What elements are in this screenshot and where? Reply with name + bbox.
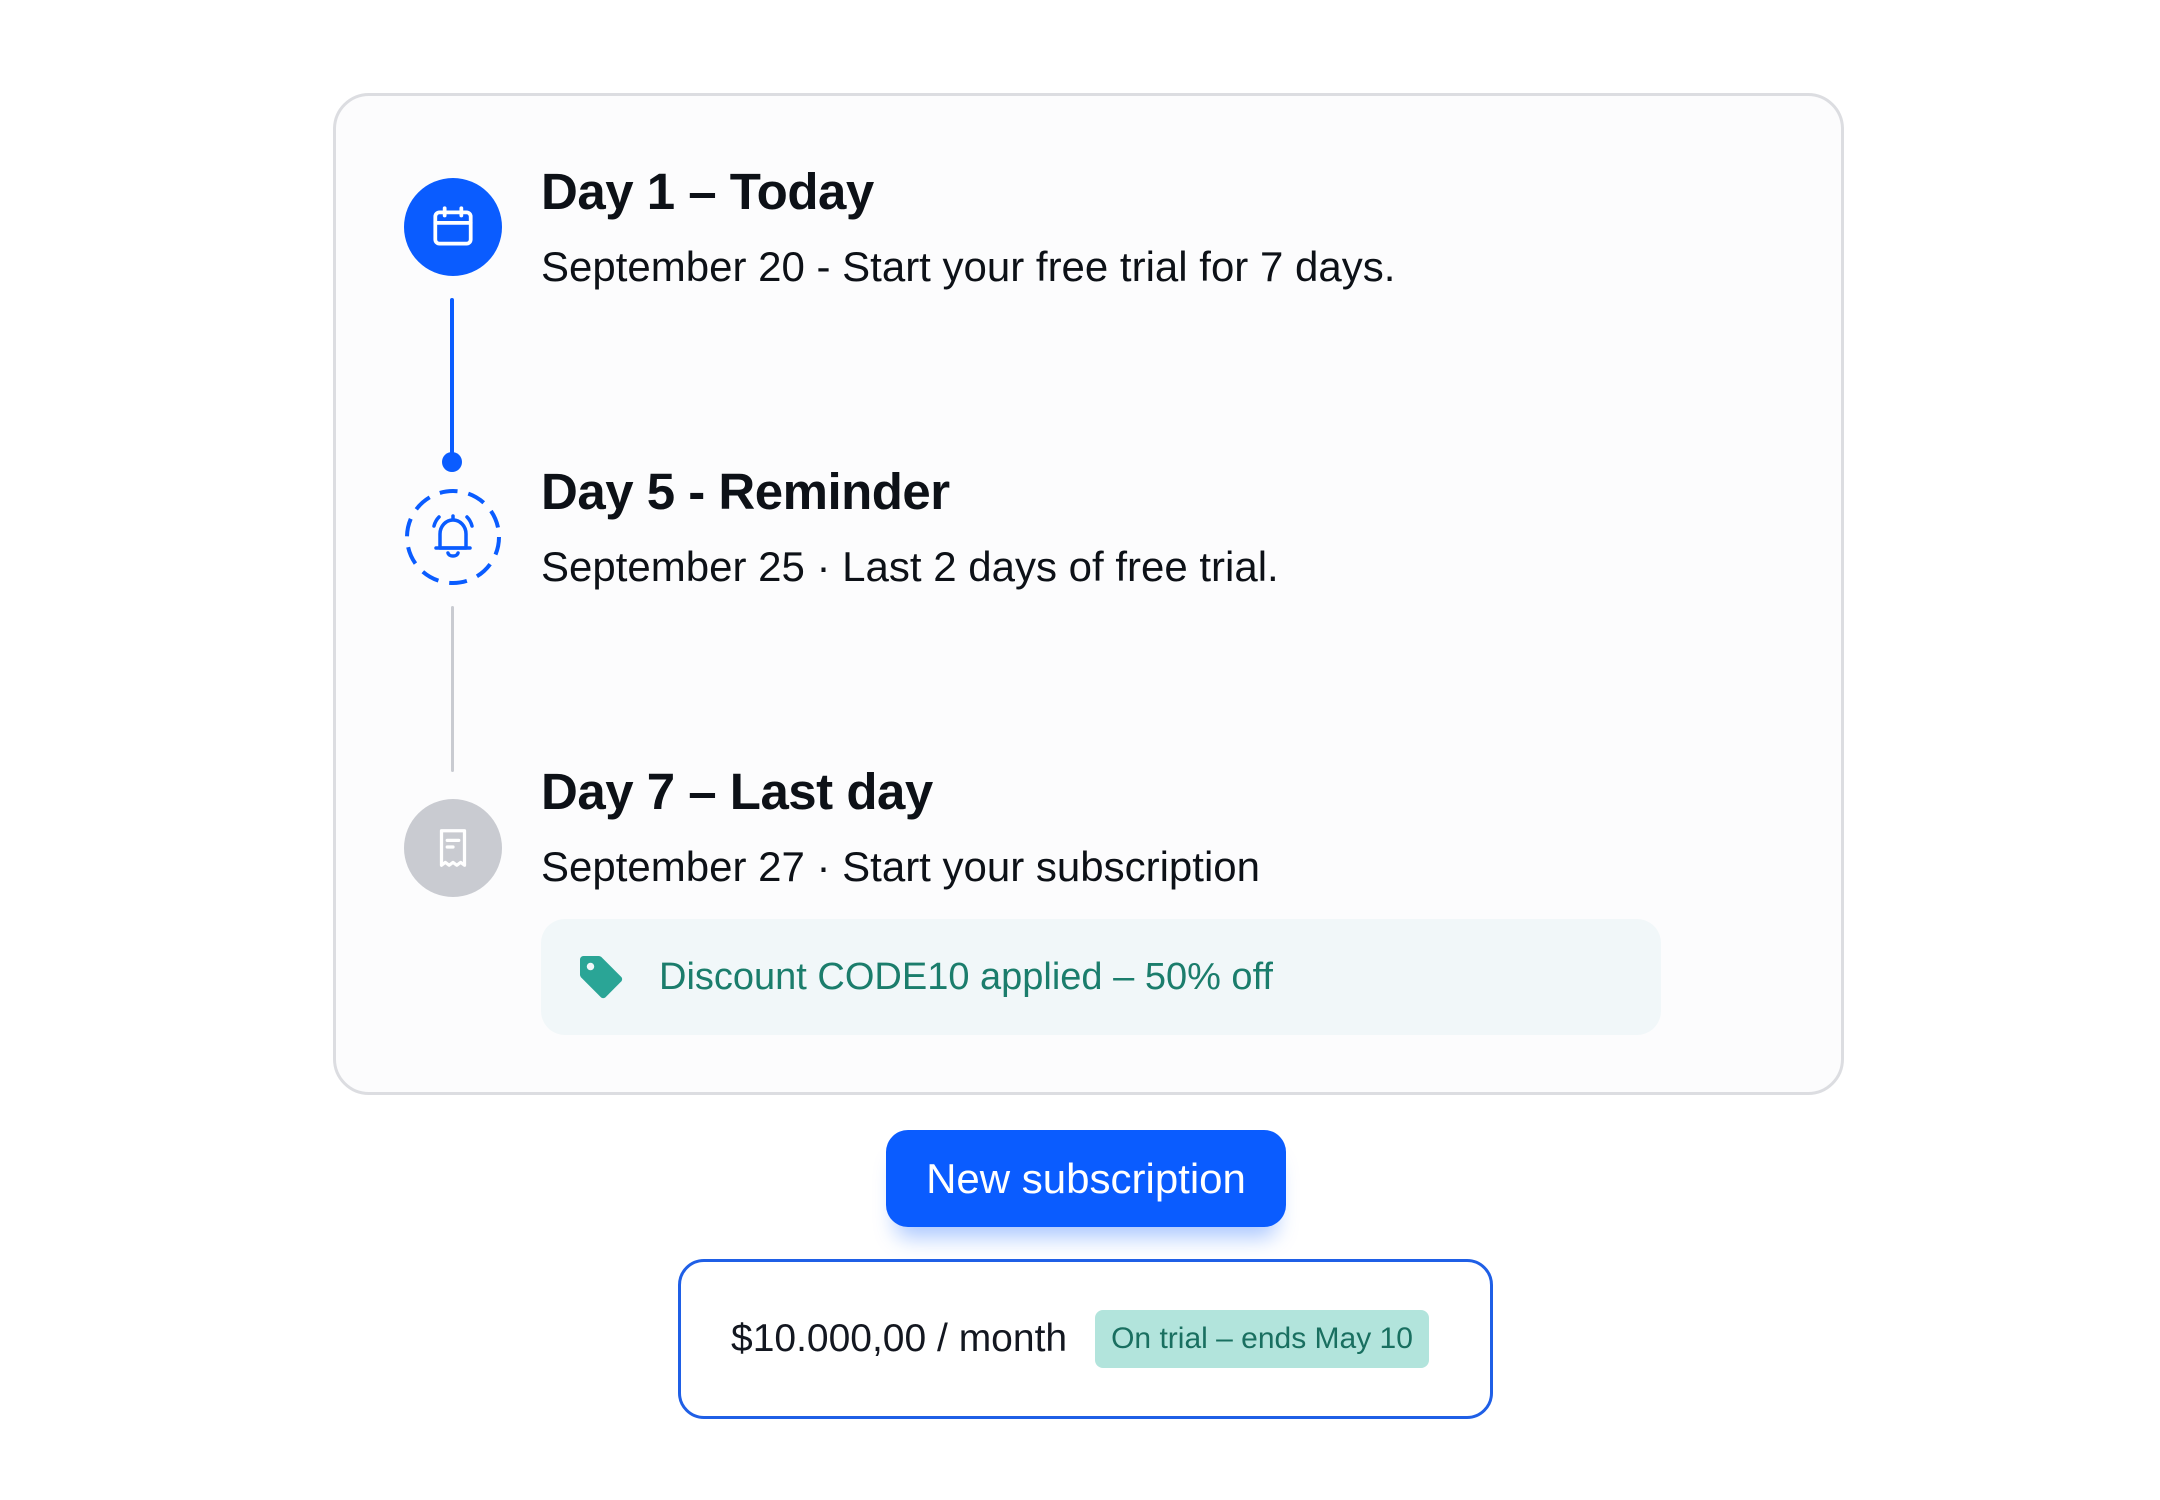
trial-timeline-card: Day 1 – Today September 20 - Start your … — [333, 93, 1844, 1095]
step-description-day-7: September 27 · Start your subscription — [541, 843, 1261, 890]
bell-icon — [404, 488, 502, 586]
timeline-connector-active — [450, 298, 454, 456]
step-title-day-5: Day 5 - Reminder — [541, 463, 950, 520]
step-title-day-1: Day 1 – Today — [541, 163, 874, 220]
step-description-day-1: September 20 - Start your free trial for… — [541, 243, 1396, 290]
trial-status-badge: On trial – ends May 10 — [1095, 1310, 1429, 1368]
receipt-icon — [404, 799, 502, 897]
step-title-day-7: Day 7 – Last day — [541, 763, 933, 820]
step-description-day-5: September 25 · Last 2 days of free trial… — [541, 543, 1279, 590]
discount-label: Discount CODE10 applied – 50% off — [659, 955, 1273, 998]
discount-banner: Discount CODE10 applied – 50% off — [541, 919, 1661, 1035]
timeline-connector-inactive — [451, 606, 454, 772]
tag-icon — [573, 949, 629, 1005]
plan-price: $10.000,00 / month — [731, 1317, 1068, 1360]
calendar-icon — [404, 178, 502, 276]
timeline-connector-dot — [442, 452, 462, 472]
subscription-plan-card[interactable]: $10.000,00 / month On trial – ends May 1… — [678, 1259, 1493, 1419]
new-subscription-button[interactable]: New subscription — [886, 1130, 1286, 1227]
